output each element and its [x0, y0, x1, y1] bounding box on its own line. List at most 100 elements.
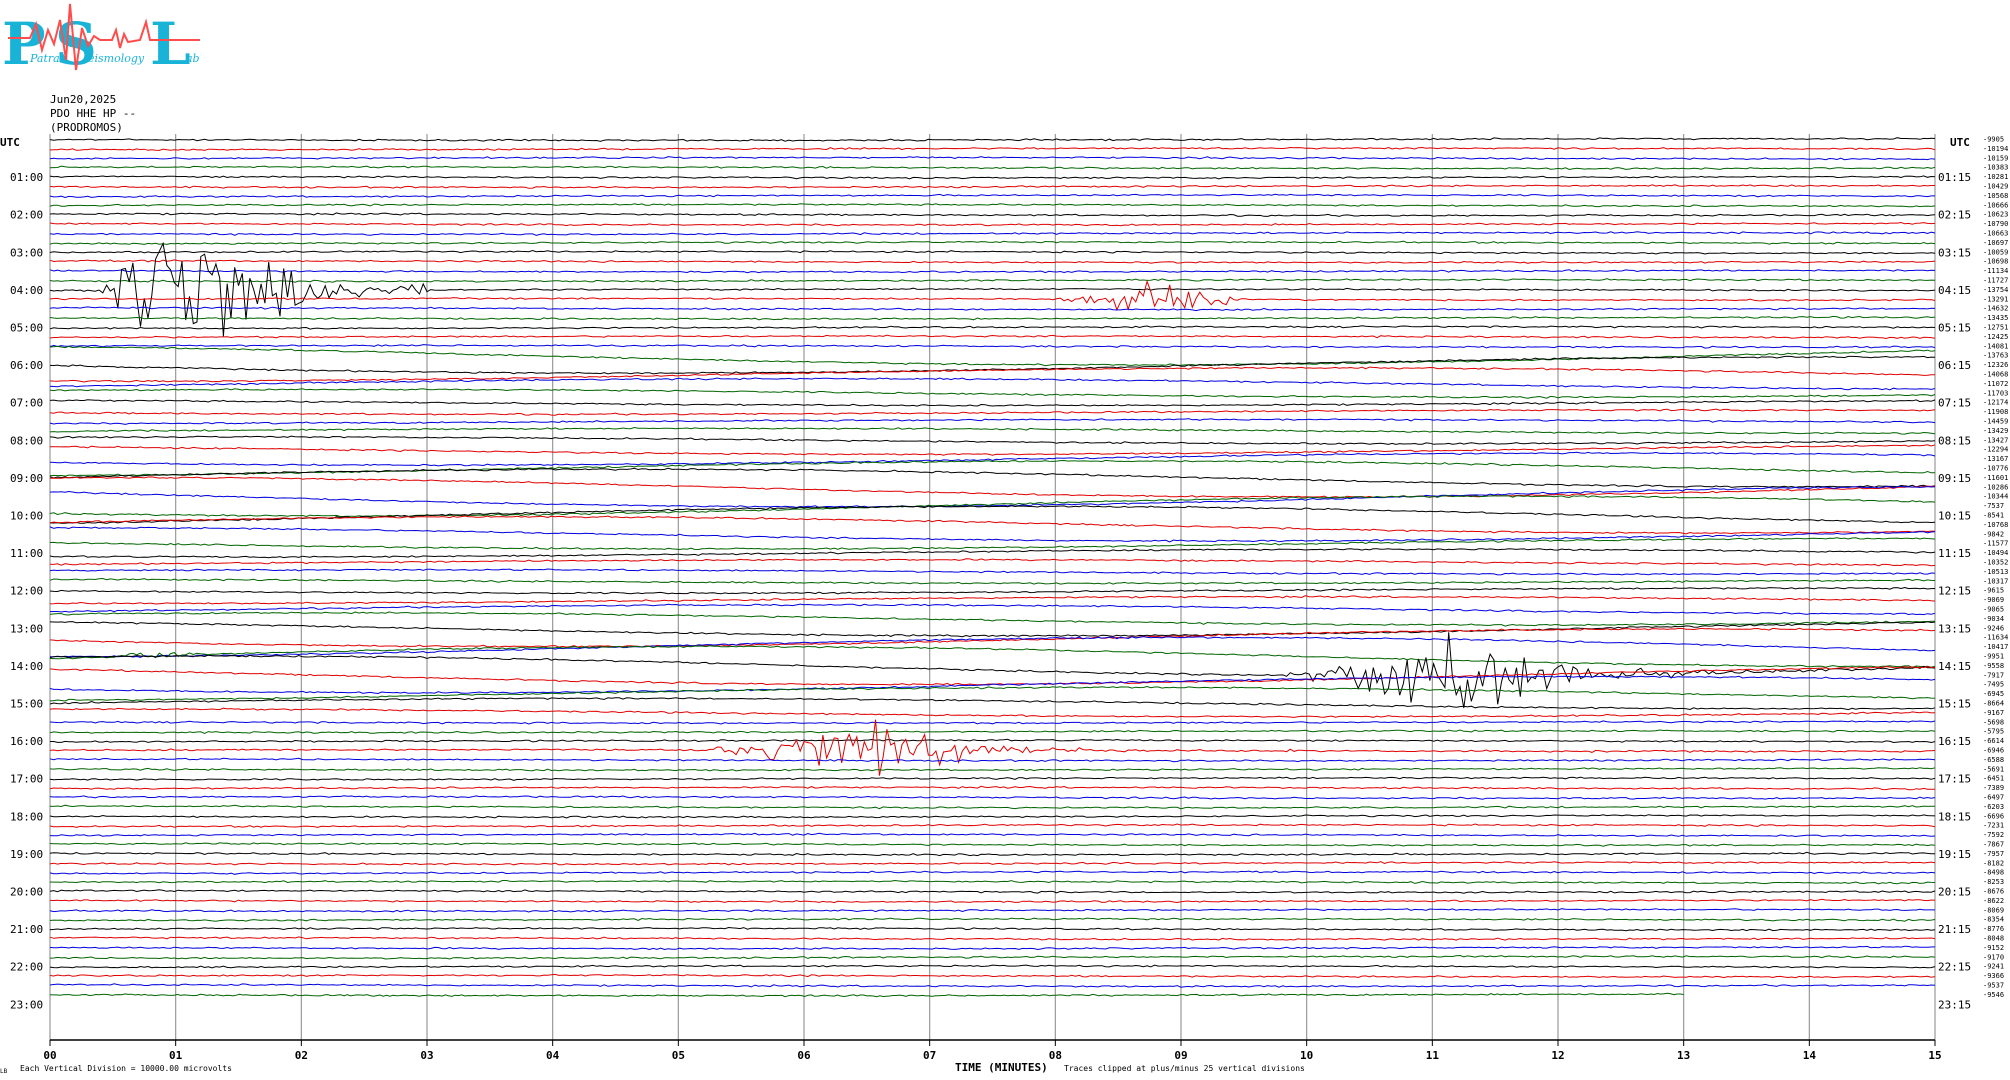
- trace-offset-label: -6946: [1983, 747, 2004, 755]
- trace-line: [49, 156, 1936, 161]
- trace-line: [49, 936, 1936, 941]
- trace-offset-label: -8354: [1983, 916, 2004, 924]
- trace-offset-label: -9170: [1983, 953, 2004, 961]
- hour-label-right: 03:15: [1938, 246, 1971, 259]
- hour-label-right: 05:15: [1938, 322, 1971, 335]
- trace-offset-label: -10429: [1983, 183, 2008, 191]
- trace-line: [49, 823, 1936, 828]
- hour-label-left: 06:00: [10, 359, 43, 372]
- footer-left-mark: LB: [0, 1068, 8, 1075]
- trace-offset-label: -10790: [1983, 220, 2008, 228]
- hour-label-left: 02:00: [10, 209, 43, 222]
- utc-label-left: UTC: [0, 136, 20, 149]
- trace-offset-label: -13435: [1983, 314, 2008, 322]
- trace-line: [49, 399, 1936, 407]
- trace-offset-label: -7957: [1983, 850, 2004, 858]
- trace-offset-label: -10317: [1983, 577, 2008, 585]
- trace-line: [49, 279, 1936, 312]
- trace-offset-label: -9546: [1983, 991, 2004, 999]
- trace-line: [49, 814, 1936, 819]
- trace-line: [49, 249, 1936, 255]
- trace-line: [49, 315, 1936, 321]
- trace-line: [49, 476, 1936, 499]
- trace-line: [49, 720, 1936, 725]
- trace-line: [49, 842, 1936, 847]
- trace-line: [49, 165, 1936, 171]
- hour-label-left: 14:00: [10, 660, 43, 673]
- trace-offset-label: -9951: [1983, 653, 2004, 661]
- utc-label-right: UTC: [1950, 136, 1970, 149]
- trace-offset-label: -11634: [1983, 634, 2008, 642]
- trace-line: [49, 241, 1936, 337]
- trace-line: [49, 269, 1936, 274]
- hour-label-right: 15:15: [1938, 698, 1971, 711]
- trace-line: [49, 719, 1936, 776]
- trace-offset-label: -9842: [1983, 530, 2004, 538]
- hour-label-left: 12:00: [10, 585, 43, 598]
- trace-offset-label: -9558: [1983, 662, 2004, 670]
- trace-line: [49, 757, 1936, 763]
- trace-offset-label: -13429: [1983, 427, 2008, 435]
- hour-label-right: 09:15: [1938, 472, 1971, 485]
- trace-offset-label: -8069: [1983, 906, 2004, 914]
- trace-line: [49, 707, 1936, 718]
- helicorder-chart: P S L Patras eismology ab Jun20,2025 PDO…: [0, 3, 2008, 1075]
- hour-label-left: 10:00: [10, 510, 43, 523]
- x-tick-label: 14: [1803, 1049, 1817, 1062]
- trace-line: [49, 636, 1936, 658]
- hour-label-left: 23:00: [10, 998, 43, 1011]
- trace-offset-label: -7389: [1983, 784, 2004, 792]
- x-tick-label: 08: [1049, 1049, 1062, 1062]
- hour-label-left: 22:00: [10, 961, 43, 974]
- hour-label-right: 12:15: [1938, 585, 1971, 598]
- scale-note: Each Vertical Division = 10000.00 microv…: [20, 1064, 232, 1073]
- trace-line: [49, 345, 1936, 367]
- trace-line: [49, 435, 1936, 445]
- hour-label-left: 18:00: [10, 810, 43, 823]
- hour-label-right: 16:15: [1938, 735, 1971, 748]
- logo-letter-l: L: [150, 10, 191, 78]
- trace-offset-label: -9615: [1983, 587, 2004, 595]
- trace-line: [50, 444, 1936, 456]
- trace-offset-label: -8676: [1983, 888, 2004, 896]
- trace-offset-label: -10698: [1983, 258, 2008, 266]
- trace-offset-label: -8664: [1983, 700, 2004, 708]
- trace-line: [49, 221, 1936, 227]
- trace-offset-label: -10383: [1983, 164, 2008, 172]
- x-tick-label: 02: [295, 1049, 308, 1062]
- trace-line: [49, 467, 1936, 488]
- trace-line: [49, 259, 1936, 264]
- trace-line: [49, 193, 1935, 199]
- trace-offset-label: -10697: [1983, 239, 2008, 247]
- trace-offset-label: -10568: [1983, 192, 2008, 200]
- logo-word-2: eismology: [88, 52, 145, 65]
- x-tick-label: 04: [546, 1049, 560, 1062]
- trace-offset-label: -13427: [1983, 436, 2008, 444]
- trace-offset-label: -6614: [1983, 737, 2004, 745]
- trace-offset-label: -10663: [1983, 230, 2008, 238]
- trace-line: [49, 278, 1936, 283]
- header-location: (PRODROMOS): [50, 121, 123, 134]
- trace-offset-label: -10513: [1983, 568, 2008, 576]
- trace-offset-label: -11601: [1983, 474, 2008, 482]
- trace-line: [49, 548, 1936, 559]
- x-tick-label: 01: [169, 1049, 183, 1062]
- trace-offset-label: -14081: [1983, 342, 2008, 350]
- hour-label-right: 02:15: [1938, 209, 1971, 222]
- header-station: PDO HHE HP --: [50, 107, 136, 120]
- hour-label-left: 07:00: [10, 397, 43, 410]
- trace-offset-label: -9246: [1983, 624, 2004, 632]
- trace-offset-label: -7592: [1983, 831, 2004, 839]
- x-tick-label: 07: [923, 1049, 936, 1062]
- trace-offset-label: -10286: [1983, 483, 2008, 491]
- trace-offset-label: -10344: [1983, 493, 2008, 501]
- trace-offset-label: -10417: [1983, 643, 2008, 651]
- trace-offset-label: -7231: [1983, 822, 2004, 830]
- trace-line: [49, 505, 1936, 524]
- trace-offset-label: -5691: [1983, 765, 2004, 773]
- trace-offset-label: -9905: [1983, 136, 2004, 144]
- trace-line: [49, 451, 1936, 467]
- trace-line: [49, 861, 1936, 866]
- x-tick-label: 10: [1300, 1049, 1313, 1062]
- trace-offset-label: -10623: [1983, 211, 2008, 219]
